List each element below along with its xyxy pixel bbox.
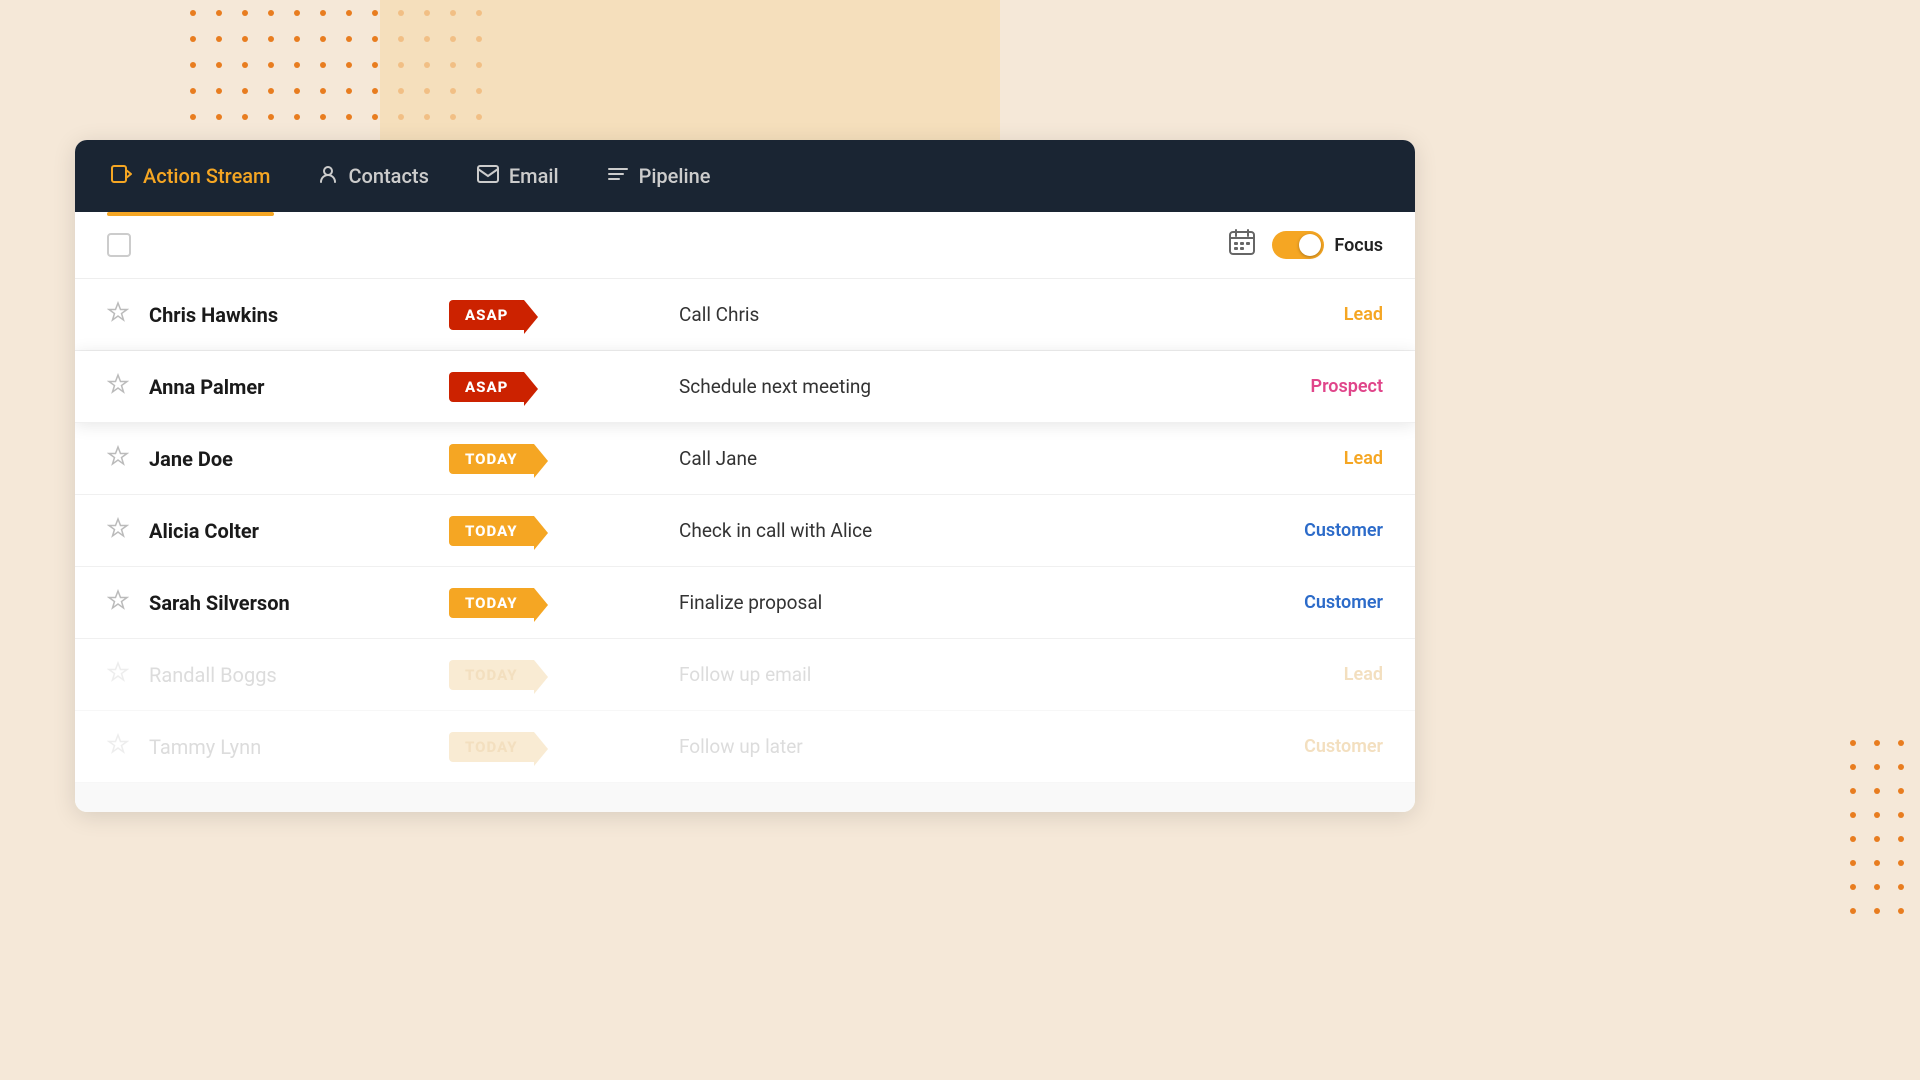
priority-badge: TODAY — [449, 516, 534, 546]
badge-wrapper: ASAP — [449, 300, 649, 330]
contacts-icon — [318, 164, 338, 189]
star-icon[interactable] — [107, 733, 129, 761]
nav-contacts-label: Contacts — [348, 164, 428, 188]
action-text: Call Chris — [649, 303, 1263, 326]
focus-toggle[interactable]: Focus — [1272, 231, 1383, 259]
focus-label: Focus — [1334, 235, 1383, 256]
toolbar-right: Focus — [1228, 228, 1383, 262]
priority-badge: TODAY — [449, 732, 534, 762]
badge-wrapper: ASAP — [449, 372, 649, 402]
toggle-knob — [1299, 234, 1321, 256]
contact-type: Customer — [1263, 736, 1383, 757]
focus-toggle-switch[interactable] — [1272, 231, 1324, 259]
action-text: Follow up email — [649, 663, 1263, 686]
contact-name: Anna Palmer — [149, 375, 449, 399]
action-row[interactable]: Alicia Colter TODAY Check in call with A… — [75, 495, 1415, 567]
email-icon — [477, 164, 499, 188]
action-text: Follow up later — [649, 735, 1263, 758]
badge-wrapper: TODAY — [449, 444, 649, 474]
contact-type: Customer — [1263, 520, 1383, 541]
nav-email-label: Email — [509, 164, 559, 188]
contact-type: Lead — [1263, 304, 1383, 325]
action-row[interactable]: Sarah Silverson TODAY Finalize proposal … — [75, 567, 1415, 639]
toolbar: Focus — [75, 212, 1415, 279]
nav-pipeline-label: Pipeline — [639, 164, 711, 188]
priority-badge: TODAY — [449, 444, 534, 474]
star-icon[interactable] — [107, 301, 129, 329]
star-icon[interactable] — [107, 445, 129, 473]
contact-name: Randall Boggs — [149, 663, 449, 687]
badge-wrapper: TODAY — [449, 660, 649, 690]
contact-name: Jane Doe — [149, 447, 449, 471]
calendar-icon[interactable] — [1228, 228, 1256, 262]
action-text: Call Jane — [649, 447, 1263, 470]
action-row[interactable]: Chris Hawkins ASAP Call Chris Lead — [75, 279, 1415, 351]
action-row[interactable]: Tammy Lynn TODAY Follow up later Custome… — [75, 711, 1415, 783]
contact-name: Sarah Silverson — [149, 591, 449, 615]
toolbar-left — [107, 233, 131, 257]
content-area: Focus Chris Hawkins ASAP Call Chris Lead… — [75, 212, 1415, 812]
nav-action-stream[interactable]: Action Stream — [107, 155, 274, 198]
navbar: Action Stream Contacts Email — [75, 140, 1415, 212]
action-row[interactable]: Jane Doe TODAY Call Jane Lead — [75, 423, 1415, 495]
star-icon[interactable] — [107, 661, 129, 689]
action-text: Check in call with Alice — [649, 519, 1263, 542]
star-icon[interactable] — [107, 373, 129, 401]
nav-email[interactable]: Email — [473, 156, 563, 196]
contact-name: Chris Hawkins — [149, 303, 449, 327]
action-rows: Chris Hawkins ASAP Call Chris Lead Anna … — [75, 279, 1415, 783]
dot-pattern-right: const dp2 = document.querySelector('.dot… — [1840, 730, 1920, 930]
priority-badge: TODAY — [449, 660, 534, 690]
contact-type: Lead — [1263, 664, 1383, 685]
badge-wrapper: TODAY — [449, 732, 649, 762]
badge-wrapper: TODAY — [449, 516, 649, 546]
action-text: Finalize proposal — [649, 591, 1263, 614]
priority-badge: TODAY — [449, 588, 534, 618]
badge-wrapper: TODAY — [449, 588, 649, 618]
action-stream-icon — [111, 163, 133, 190]
main-container: Action Stream Contacts Email — [75, 140, 1415, 812]
nav-pipeline[interactable]: Pipeline — [603, 156, 715, 197]
star-icon[interactable] — [107, 517, 129, 545]
contact-type: Lead — [1263, 448, 1383, 469]
contact-type: Customer — [1263, 592, 1383, 613]
select-all-checkbox[interactable] — [107, 233, 131, 257]
contact-name: Tammy Lynn — [149, 735, 449, 759]
priority-badge: ASAP — [449, 300, 524, 330]
action-text: Schedule next meeting — [649, 375, 1263, 398]
action-row[interactable]: Randall Boggs TODAY Follow up email Lead — [75, 639, 1415, 711]
cream-background-block — [380, 0, 1000, 140]
action-row[interactable]: Anna Palmer ASAP Schedule next meeting P… — [75, 351, 1415, 423]
star-icon[interactable] — [107, 589, 129, 617]
pipeline-icon — [607, 164, 629, 189]
contact-type: Prospect — [1263, 376, 1383, 397]
nav-contacts[interactable]: Contacts — [314, 156, 432, 197]
priority-badge: ASAP — [449, 372, 524, 402]
nav-action-stream-label: Action Stream — [143, 164, 270, 188]
contact-name: Alicia Colter — [149, 519, 449, 543]
